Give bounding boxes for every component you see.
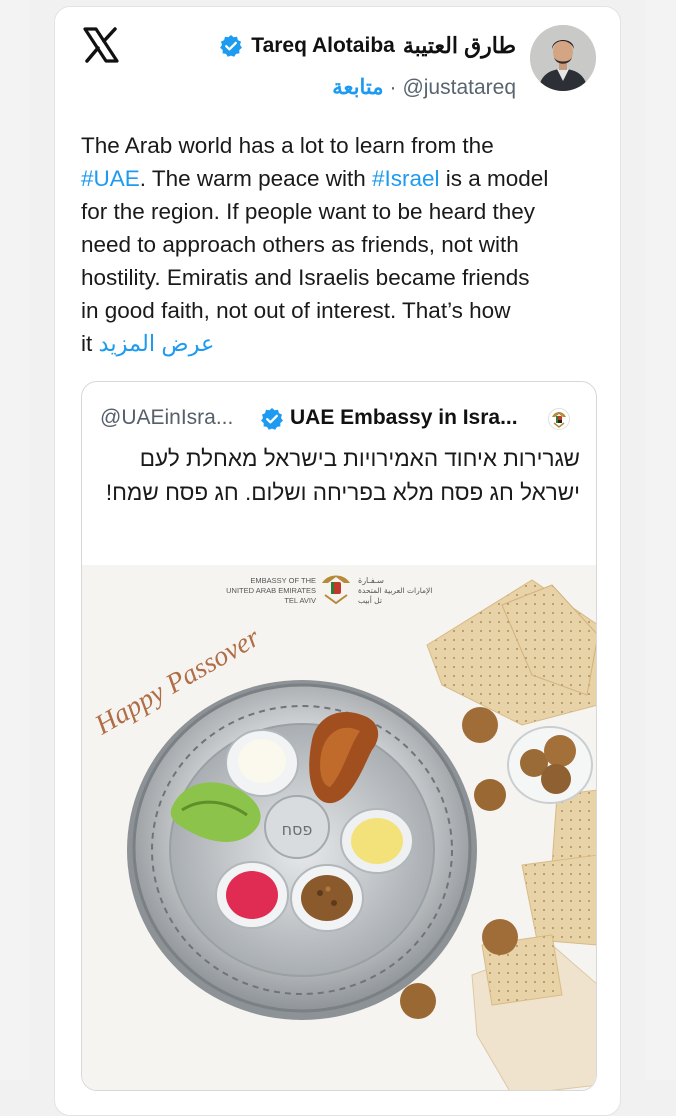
embassy-ar-2: الإمارات العربية المتحدة [358,586,432,595]
embassy-en-1: EMBASSY OF THE [250,576,316,585]
seder-plate: פסח [127,680,477,1020]
hashtag-israel[interactable]: #Israel [372,166,440,191]
embassy-en-2: UNITED ARAB EMIRATES [226,586,316,595]
avatar[interactable] [530,25,596,91]
embassy-ar-3: تل أبيب [358,595,382,605]
author-arabic-name[interactable]: طارق العتيبة [403,33,516,59]
tweet-line-2-tail: is a model [439,166,549,191]
tweet-line-3: for the region. If people want to be hea… [81,199,536,224]
quoted-tweet-image[interactable]: EMBASSY OF THE UNITED ARAB EMIRATES TEL … [82,565,596,1090]
passover-illustration: EMBASSY OF THE UNITED ARAB EMIRATES TEL … [82,565,596,1090]
author-line[interactable]: Tareq Alotaiba طارق العتيبة [219,33,516,59]
show-more-link[interactable]: عرض المزيد [99,331,215,356]
quoted-handle[interactable]: @UAEinIsra... [100,406,233,430]
tweet-line-2: #UAE. The warm peace with #Israel is a m… [81,162,601,195]
uae-emblem-icon[interactable] [548,408,570,430]
tweet-line-1: The Arab world has a lot to learn from t… [81,133,494,158]
tweet-line-7: it عرض المزيد [81,327,601,360]
walnut [482,919,518,955]
separator-dot: · [389,75,397,99]
author-handle[interactable]: @justatareq [402,76,516,100]
tweet-text: The Arab world has a lot to learn from t… [81,129,601,360]
plate-center-text: פסח [282,820,313,839]
embassy-ar-1: سـفـارة [358,576,384,585]
tweet-line-7-text: it [81,331,99,356]
hashtag-uae[interactable]: #UAE [81,166,140,191]
walnut-bowl [507,726,593,804]
author-name[interactable]: Tareq Alotaiba [251,34,395,58]
verified-badge-icon [261,408,283,430]
follow-button[interactable]: متابعة [332,75,383,100]
tweet-card[interactable]: Tareq Alotaiba طارق العتيبة متابعة · @ju… [54,6,621,1116]
quoted-tweet-header: @UAEinIsra... UAE Embassy in Isra... [82,406,596,436]
tweet-line-5: hostility. Emiratis and Israelis became … [81,265,530,290]
tweet-line-6: in good faith, not out of interest. That… [81,298,511,323]
walnut [474,779,506,811]
quoted-tweet-text: שגרירות איחוד האמירויות בישראל מאחלת לעם… [105,446,580,505]
verified-badge-icon [220,35,243,57]
tweet-line-2-text: . The warm peace with [139,166,372,191]
page-margin-left [0,0,30,1080]
avatar-image [530,25,596,91]
x-logo-icon[interactable] [81,25,121,65]
embassy-en-3: TEL AVIV [284,596,316,605]
walnut [462,707,498,743]
quoted-tweet[interactable]: @UAEinIsra... UAE Embassy in Isra... שגר… [81,381,597,1091]
page-margin-right [646,0,676,1080]
walnut [400,983,436,1019]
quoted-author-name[interactable]: UAE Embassy in Isra... [290,406,518,430]
tweet-line-4: need to approach others as friends, not … [81,232,519,257]
handle-line: متابعة · @justatareq [332,75,516,100]
